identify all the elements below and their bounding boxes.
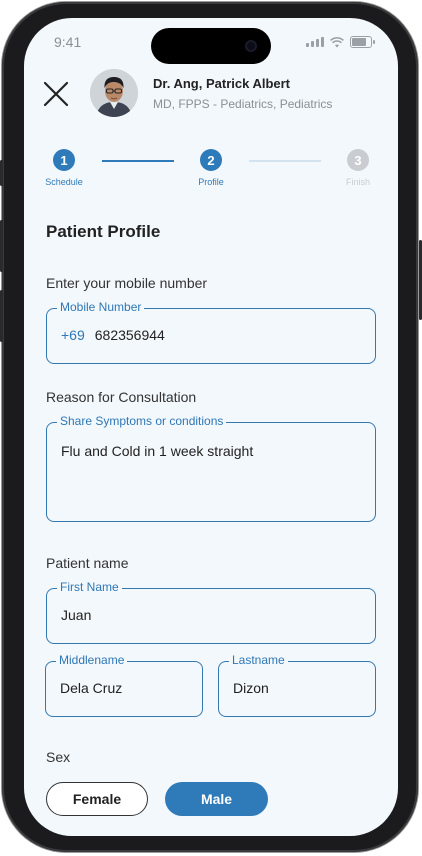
close-icon <box>43 81 69 107</box>
step-label: Schedule <box>45 177 83 187</box>
sex-option-female[interactable]: Female <box>46 782 148 816</box>
step-connector-2 <box>249 160 321 162</box>
close-button[interactable] <box>42 80 70 108</box>
middle-name-field[interactable]: Middlename Dela Cruz <box>45 653 203 717</box>
sex-label: Sex <box>46 749 71 765</box>
step-number: 1 <box>53 149 75 171</box>
battery-icon <box>350 36 375 48</box>
symptoms-value: Flu and Cold in 1 week straight <box>61 443 254 459</box>
wifi-icon <box>330 36 344 47</box>
first-name-field[interactable]: First Name Juan <box>46 580 376 644</box>
volume-down-button <box>0 290 3 342</box>
mute-switch <box>0 160 3 186</box>
step-profile[interactable]: 2 Profile <box>181 149 241 187</box>
mobile-number-value: 682356944 <box>94 327 165 343</box>
middle-name-legend: Middlename <box>56 653 128 667</box>
status-time: 9:41 <box>54 34 82 50</box>
last-name-field[interactable]: Lastname Dizon <box>218 653 376 717</box>
volume-up-button <box>0 220 3 272</box>
status-icons <box>306 36 375 48</box>
step-number: 2 <box>200 149 222 171</box>
camera-icon <box>245 40 257 52</box>
step-finish[interactable]: 3 Finish <box>328 149 388 187</box>
last-name-legend: Lastname <box>229 653 288 667</box>
mobile-number-legend: Mobile Number <box>57 300 145 314</box>
dynamic-island <box>151 28 271 64</box>
doctor-credentials: MD, FPPS - Pediatrics, Pediatrics <box>153 97 333 111</box>
reason-section-label: Reason for Consultation <box>46 389 197 405</box>
signal-icon <box>306 37 324 47</box>
mobile-number-input[interactable]: +69 682356944 <box>61 327 165 343</box>
step-connector-1 <box>102 160 174 162</box>
step-schedule[interactable]: 1 Schedule <box>34 149 94 187</box>
step-label: Profile <box>198 177 224 187</box>
country-code[interactable]: +69 <box>61 327 85 343</box>
doctor-avatar <box>90 69 138 117</box>
symptoms-textarea[interactable]: Share Symptoms or conditions Flu and Col… <box>46 414 376 522</box>
last-name-value: Dizon <box>233 680 269 696</box>
patient-name-label: Patient name <box>46 555 129 571</box>
doctor-name: Dr. Ang, Patrick Albert <box>153 76 291 91</box>
step-label: Finish <box>345 177 370 187</box>
page-title: Patient Profile <box>46 222 161 241</box>
first-name-legend: First Name <box>57 580 122 594</box>
app-screen: 9:41 Dr. Ang, Patrick Albert MD, FPPS - … <box>24 18 398 836</box>
sex-option-male[interactable]: Male <box>165 782 268 816</box>
symptoms-legend: Share Symptoms or conditions <box>57 414 227 428</box>
step-number: 3 <box>347 149 369 171</box>
middle-name-value: Dela Cruz <box>60 680 123 696</box>
mobile-section-label: Enter your mobile number <box>46 275 208 291</box>
mobile-number-field[interactable]: Mobile Number +69 682356944 <box>46 300 376 364</box>
first-name-value: Juan <box>61 607 92 623</box>
